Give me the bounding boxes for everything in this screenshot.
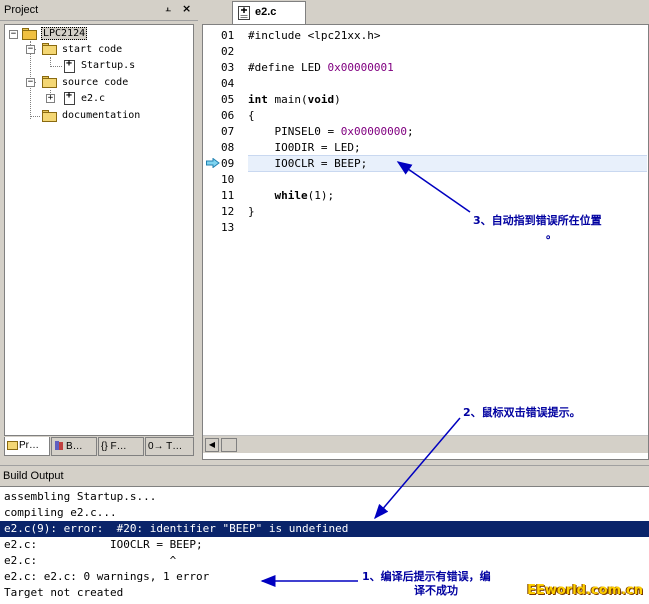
watermark-logo: EEworld.com.cn	[527, 583, 643, 598]
tab-functions[interactable]: {} F…	[98, 437, 144, 456]
file-icon	[238, 6, 250, 20]
tree-group-label: source code	[62, 77, 129, 88]
tree-file-startup-s[interactable]: Startup.s	[81, 58, 135, 74]
close-icon[interactable]: ×	[182, 2, 194, 16]
expand-e2-c-toggle[interactable]: +	[46, 94, 55, 103]
annotation-step-3: 3、自动指到错误所在位置	[473, 214, 602, 227]
line-number: 09	[221, 157, 235, 170]
project-tree: − LPC2124 − start code Startup.s − sourc…	[4, 24, 194, 436]
editor-tab-label: e2.c	[255, 6, 277, 18]
project-pane-title: Project	[4, 4, 39, 16]
project-pane-header: Project ⫠ ×	[0, 0, 198, 21]
line-number: 02	[221, 45, 235, 58]
tree-group-source-code[interactable]: source code	[62, 75, 128, 91]
tree-group-label: start code	[62, 44, 123, 55]
editor-tab-e2-c[interactable]: e2.c	[232, 1, 306, 24]
build-error-line[interactable]: e2.c(9): error: #20: identifier "BEEP" i…	[0, 521, 649, 537]
tab-templates[interactable]: 0→ T…	[145, 437, 194, 456]
build-output-header: Build Output	[0, 465, 649, 485]
code-line: #include <lpc21xx.h>	[248, 29, 381, 42]
code-editor[interactable]: 01 02 03 04 05 06 07 08 09 10 11 12 13 #…	[202, 24, 649, 460]
line-number: 08	[221, 141, 235, 154]
code-line: {	[248, 109, 255, 122]
horizontal-scrollbar[interactable]: ◀	[203, 435, 648, 453]
line-number: 11	[221, 189, 235, 202]
line-number-gutter: 01 02 03 04 05 06 07 08 09 10 11 12 13	[203, 25, 247, 435]
file-icon	[64, 58, 75, 73]
project-pane-tabs: Pr… B… {} F… 0→ T…	[4, 437, 194, 457]
build-output-line[interactable]: assembling Startup.s...	[0, 489, 649, 505]
tree-file-label: e2.c	[81, 93, 106, 104]
books-icon	[55, 441, 63, 450]
current-code-line: IO0CLR = BEEP;	[248, 155, 647, 172]
line-number: 06	[221, 109, 235, 122]
tab-project[interactable]: Pr…	[4, 437, 50, 456]
code-area[interactable]: #include <lpc21xx.h> #define LED 0x00000…	[247, 25, 648, 435]
code-line: #define LED 0x00000001	[248, 61, 394, 74]
folder-icon	[42, 76, 58, 88]
annotation-step-2: 2、鼠标双击错误提示。	[463, 406, 581, 419]
code-line: int main(void)	[248, 93, 341, 106]
line-number: 10	[221, 173, 235, 186]
code-line: PINSEL0 = 0x00000000;	[248, 125, 414, 138]
tab-books[interactable]: B…	[51, 437, 97, 456]
file-icon	[64, 90, 75, 105]
editor-pane: e2.c 01 02 03 04 05 06 07 08 09 10 11 12…	[202, 0, 649, 460]
tree-file-e2-c[interactable]: e2.c	[81, 91, 105, 107]
line-number: 07	[221, 125, 235, 138]
collapse-source-code-toggle[interactable]: −	[26, 78, 35, 87]
code-line: while(1);	[274, 189, 335, 202]
line-number: 03	[221, 61, 235, 74]
annotation-step-3-cont: 。	[546, 228, 557, 241]
pin-icon[interactable]: ⫠	[165, 3, 177, 17]
tree-item-target-label: LPC2124	[41, 27, 88, 40]
tree-item-target[interactable]: LPC2124	[41, 26, 88, 42]
line-number: 05	[221, 93, 235, 106]
build-output-line[interactable]: e2.c: ^	[0, 553, 649, 569]
tree-group-label: documentation	[62, 110, 141, 121]
target-folder-icon	[22, 28, 38, 40]
tree-group-start-code[interactable]: start code	[62, 42, 122, 58]
annotation-step-1-cont: 译不成功	[414, 584, 458, 597]
line-number: 12	[221, 205, 235, 218]
build-output-line[interactable]: compiling e2.c...	[0, 505, 649, 521]
folder-icon	[42, 110, 58, 122]
tree-group-documentation[interactable]: documentation	[62, 108, 140, 124]
line-number: 01	[221, 29, 235, 42]
build-output-line[interactable]: e2.c: IO0CLR = BEEP;	[0, 537, 649, 553]
tree-file-label: Startup.s	[81, 60, 136, 71]
line-number: 04	[221, 77, 235, 90]
code-line: IO0DIR = LED;	[248, 141, 361, 154]
scroll-left-button[interactable]: ◀	[205, 438, 219, 452]
scroll-thumb[interactable]	[221, 438, 237, 452]
current-line-arrow-icon	[206, 158, 220, 168]
project-pane: Project ⫠ × − LPC2124 − start code Start…	[0, 0, 198, 460]
line-number: 13	[221, 221, 235, 234]
collapse-start-code-toggle[interactable]: −	[26, 45, 35, 54]
build-output-title: Build Output	[3, 470, 64, 482]
collapse-root-toggle[interactable]: −	[9, 30, 18, 39]
folder-icon	[42, 43, 58, 55]
project-tab-icon	[7, 441, 18, 450]
